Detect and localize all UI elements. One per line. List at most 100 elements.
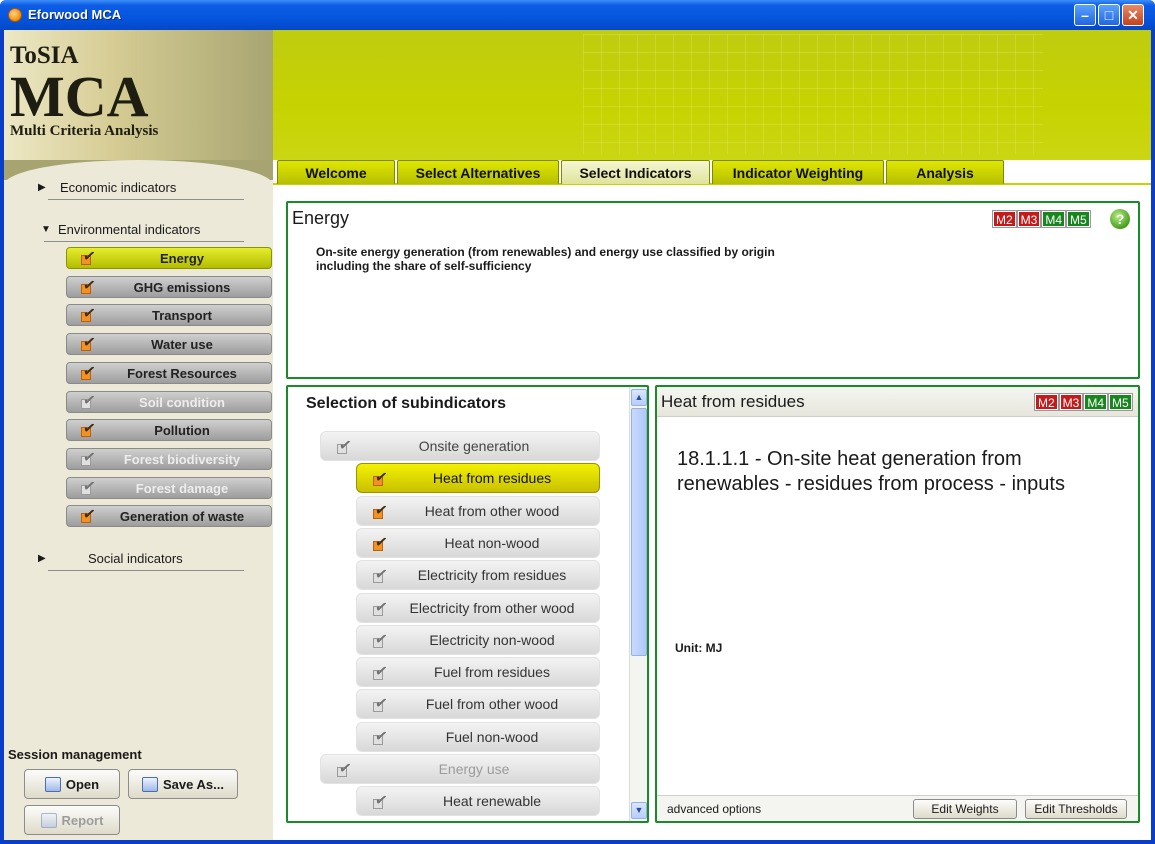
save-as-button[interactable]: Save As...	[128, 769, 238, 799]
checkbox-icon[interactable]: ✓	[81, 247, 97, 266]
checkbox-icon[interactable]: ✓	[81, 391, 97, 409]
tab-analysis[interactable]: Analysis	[886, 160, 1004, 184]
checkbox-icon[interactable]: ✓	[81, 419, 97, 438]
energy-model-badges: M2 M3 M4 M5	[993, 211, 1090, 227]
indicator-item[interactable]: ✓ Forest biodiversity	[66, 447, 272, 470]
checkbox-icon[interactable]: ✓	[373, 501, 389, 520]
window-title: Eforwood MCA	[28, 7, 122, 22]
indicator-label: Water use	[151, 337, 213, 353]
scroll-down-icon[interactable]: ▼	[631, 802, 647, 819]
report-icon	[40, 812, 57, 828]
nav-social-indicators[interactable]: ▶ Social indicators	[38, 551, 244, 571]
minimize-icon: –	[1081, 7, 1089, 23]
indicator-item[interactable]: ✓ Soil condition	[66, 390, 272, 413]
help-icon[interactable]: ?	[1110, 209, 1130, 229]
scroll-up-icon[interactable]: ▲	[631, 389, 647, 406]
subindicator-item[interactable]: ✓ Heat non-wood	[356, 527, 600, 558]
indicator-label: Soil condition	[139, 394, 225, 410]
nav-curve	[4, 160, 273, 190]
checkbox-icon[interactable]: ✓	[81, 276, 97, 295]
badge-m3: M3	[1059, 394, 1083, 410]
subindicator-item[interactable]: ✓ Electricity from residues	[356, 560, 600, 591]
checkbox-icon[interactable]: ✓	[373, 565, 389, 584]
subindicator-item[interactable]: ✓ Fuel from other wood	[356, 689, 600, 720]
checkbox-icon[interactable]: ✓	[81, 477, 97, 496]
edit-thresholds-button[interactable]: Edit Thresholds	[1025, 799, 1127, 819]
vertical-scrollbar[interactable]: ▲ ▼	[629, 387, 647, 821]
indicator-label: Transport	[152, 308, 212, 324]
maximize-button[interactable]: □	[1098, 4, 1120, 26]
subindicator-item[interactable]: ✓ Electricity from other wood	[356, 592, 600, 623]
checkbox-icon[interactable]: ✓	[373, 630, 389, 649]
subindicator-item[interactable]: ✓ Heat from other wood	[356, 495, 600, 526]
open-button[interactable]: Open	[24, 769, 120, 799]
advanced-options-link[interactable]: advanced options	[667, 802, 761, 816]
indicator-item[interactable]: ✓ Generation of waste	[66, 505, 272, 528]
subindicator-item[interactable]: ✓ Heat renewable	[356, 786, 600, 817]
subindicator-item[interactable]: ✓ Fuel from residues	[356, 657, 600, 688]
checkbox-icon[interactable]: ✓	[373, 727, 389, 746]
subindicator-label: Electricity from other wood	[409, 599, 575, 616]
edit-weights-button[interactable]: Edit Weights	[913, 799, 1017, 819]
close-icon: ✕	[1127, 6, 1139, 23]
checkbox-icon[interactable]: ✓	[373, 694, 389, 713]
checkbox-icon[interactable]: ✓	[373, 791, 389, 810]
close-button[interactable]: ✕	[1122, 4, 1144, 26]
detail-footer: advanced options Edit Weights Edit Thres…	[657, 795, 1138, 821]
checkbox-icon[interactable]: ✓	[373, 468, 389, 487]
badge-m5: M5	[1067, 211, 1090, 227]
badge-m5: M5	[1109, 394, 1132, 410]
subindicator-title: Selection of subindicators	[306, 395, 507, 412]
checkbox-icon[interactable]: ✓	[81, 333, 97, 352]
checkbox-icon[interactable]: ✓	[373, 598, 389, 616]
tab-select-alternatives[interactable]: Select Alternatives	[397, 160, 559, 184]
indicator-label: Forest Resources	[127, 365, 237, 381]
client-area: ToSIA MCA Multi Criteria Analysis ▶ Econ…	[4, 30, 1151, 840]
subindicator-item[interactable]: ✓ Heat from residues	[356, 463, 600, 494]
subindicator-label: Fuel non-wood	[445, 728, 539, 745]
subindicator-group[interactable]: ✓ Onsite generation	[320, 431, 600, 461]
indicator-item[interactable]: ✓ Forest Resources	[66, 361, 272, 384]
energy-panel-header: Energy M2 M3 M4 M5 ?	[288, 203, 1138, 233]
minimize-button[interactable]: –	[1074, 4, 1096, 26]
subindicator-item[interactable]: ✓ Electricity non-wood	[356, 624, 600, 655]
header-banner	[273, 30, 1151, 160]
indicator-item[interactable]: ✓ Water use	[66, 333, 272, 356]
indicator-item[interactable]: ✓ Pollution	[66, 419, 272, 442]
indicator-item[interactable]: ✓ Transport	[66, 304, 272, 327]
session-management-title: Session management	[8, 747, 142, 762]
tab-select-indicators[interactable]: Select Indicators	[561, 160, 710, 184]
nav-environmental-indicators[interactable]: ▼ Environmental indicators	[41, 222, 244, 242]
scroll-thumb[interactable]	[631, 408, 647, 656]
detail-model-badges: M2 M3 M4 M5	[1035, 394, 1132, 410]
checkbox-icon[interactable]: ✓	[81, 505, 97, 524]
energy-description: On-site energy generation (from renewabl…	[316, 245, 775, 273]
checkbox-icon[interactable]: ✓	[337, 436, 353, 455]
report-button[interactable]: Report	[24, 805, 120, 835]
indicator-label: GHG emissions	[133, 279, 231, 295]
save-icon	[142, 776, 159, 792]
title-bar[interactable]: Eforwood MCA – □ ✕	[0, 0, 1155, 30]
indicator-item[interactable]: ✓ Forest damage	[66, 476, 272, 499]
indicator-label: Pollution	[154, 423, 210, 439]
checkbox-icon[interactable]: ✓	[337, 759, 353, 778]
logo-subtitle: Multi Criteria Analysis	[10, 123, 159, 139]
checkbox-icon[interactable]: ✓	[81, 304, 97, 323]
subindicator-label: Onsite generation	[418, 438, 530, 454]
expanded-arrow-icon: ▼	[41, 224, 51, 235]
checkbox-icon[interactable]: ✓	[81, 448, 97, 467]
badge-m2: M2	[993, 211, 1016, 227]
subindicator-item[interactable]: ✓ Fuel non-wood	[356, 721, 600, 752]
indicator-item[interactable]: ✓ Energy	[66, 247, 272, 269]
detail-description: 18.1.1.1 - On-site heat generation from …	[677, 448, 1065, 495]
tab-welcome[interactable]: Welcome	[277, 160, 395, 184]
checkbox-icon[interactable]: ✓	[373, 533, 389, 552]
subindicator-group[interactable]: ✓ Energy use	[320, 754, 600, 784]
checkbox-icon[interactable]: ✓	[81, 362, 97, 381]
indicator-label: Forest biodiversity	[123, 451, 241, 467]
badge-m3: M3	[1017, 211, 1041, 227]
checkbox-icon[interactable]: ✓	[373, 662, 389, 681]
nav-economic-indicators[interactable]: ▶ Economic indicators	[38, 180, 244, 200]
indicator-item[interactable]: ✓ GHG emissions	[66, 275, 272, 298]
tab-indicator-weighting[interactable]: Indicator Weighting	[712, 160, 884, 184]
